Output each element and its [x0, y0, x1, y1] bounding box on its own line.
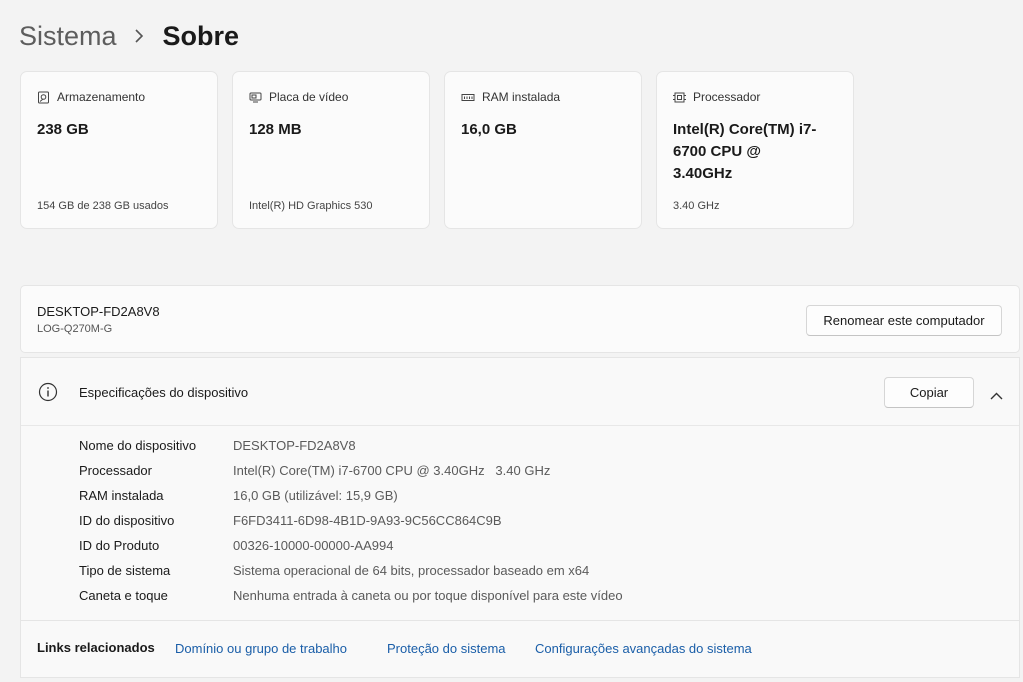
card-value: 128 MB — [249, 121, 302, 138]
device-name-panel: DESKTOP-FD2A8V8 LOG-Q270M-G Renomear est… — [20, 285, 1020, 353]
device-model: LOG-Q270M-G — [37, 323, 113, 335]
breadcrumb-sistema[interactable]: Sistema — [19, 21, 117, 52]
chevron-right-icon — [125, 29, 153, 43]
spec-label: Nome do dispositivo — [79, 438, 197, 453]
device-specifications-panel: Especificações do dispositivo Copiar Nom… — [20, 357, 1020, 620]
card-storage[interactable]: Armazenamento 238 GB 154 GB de 238 GB us… — [20, 71, 218, 229]
spec-label: Tipo de sistema — [79, 563, 171, 578]
ram-icon — [461, 91, 475, 104]
spec-label: Caneta e toque — [79, 588, 168, 603]
specifications-header[interactable]: Especificações do dispositivo Copiar — [21, 358, 1019, 426]
spec-value: Sistema operacional de 64 bits, processa… — [233, 563, 590, 578]
card-title: Placa de vídeo — [269, 90, 349, 104]
card-subtitle: 154 GB de 238 GB usados — [37, 200, 169, 212]
card-title: Armazenamento — [57, 90, 146, 104]
card-display-adapter[interactable]: Placa de vídeo 128 MB Intel(R) HD Graphi… — [232, 71, 430, 229]
specifications-title: Especificações do dispositivo — [79, 385, 249, 400]
spec-label: ID do Produto — [79, 538, 160, 553]
copy-button[interactable]: Copiar — [884, 377, 974, 408]
related-links-bar: Links relacionados Domínio ou grupo de t… — [20, 620, 1020, 678]
card-ram[interactable]: RAM instalada 16,0 GB — [444, 71, 642, 229]
spec-value: 16,0 GB (utilizável: 15,9 GB) — [233, 488, 398, 503]
spec-value: 00326-10000-00000-AA994 — [233, 538, 394, 553]
spec-value: DESKTOP-FD2A8V8 — [233, 438, 356, 453]
spec-value: F6FD3411-6D98-4B1D-9A93-9C56CC864C9B — [233, 513, 502, 528]
storage-icon — [37, 91, 50, 104]
related-links-label: Links relacionados — [37, 640, 155, 655]
spec-label: RAM instalada — [79, 488, 164, 503]
rename-pc-button[interactable]: Renomear este computador — [806, 305, 1002, 336]
link-system-protection[interactable]: Proteção do sistema — [387, 641, 506, 656]
device-name: DESKTOP-FD2A8V8 — [37, 304, 160, 319]
card-title: Processador — [693, 90, 761, 104]
breadcrumb: Sistema Sobre — [19, 16, 239, 56]
processor-icon — [673, 91, 686, 104]
spec-label: ID do dispositivo — [79, 513, 175, 528]
card-value: 238 GB — [37, 121, 89, 138]
page-title: Sobre — [162, 20, 240, 51]
spec-label: Processador — [79, 463, 152, 478]
spec-value: Intel(R) Core(TM) i7-6700 CPU @ 3.40GHz … — [233, 463, 551, 478]
card-subtitle: 3.40 GHz — [673, 200, 720, 212]
chevron-up-icon[interactable] — [990, 387, 1003, 405]
card-subtitle: Intel(R) HD Graphics 530 — [249, 200, 373, 212]
link-advanced-system-settings[interactable]: Configurações avançadas do sistema — [535, 641, 752, 656]
spec-value: Nenhuma entrada à caneta ou por toque di… — [233, 588, 623, 603]
card-value: Intel(R) Core(TM) i7-6700 CPU @ 3.40GHz — [673, 121, 817, 182]
card-title: RAM instalada — [482, 90, 561, 104]
card-processor[interactable]: Processador Intel(R) Core(TM) i7-6700 CP… — [656, 71, 854, 229]
display-adapter-icon — [249, 91, 262, 104]
link-domain-workgroup[interactable]: Domínio ou grupo de trabalho — [175, 641, 347, 656]
info-icon — [38, 382, 58, 407]
card-value: 16,0 GB — [461, 121, 517, 138]
